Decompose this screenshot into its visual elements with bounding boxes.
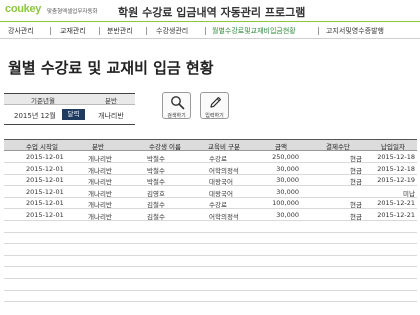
table-cell: 개나리반 [88,166,112,175]
table-row[interactable] [4,280,417,291]
year-month-value[interactable]: 2015년 12월 [14,111,56,121]
table-cell: 개나리반 [88,213,112,221]
input-button[interactable]: 입력하기 [200,92,229,119]
menu-separator [146,27,147,35]
table-cell: 개나리반 [88,155,112,163]
table-row[interactable] [4,256,417,268]
brand-tagline: 맞춤형엑셀업무자동화 [47,9,98,15]
table-row[interactable]: 2015-12-01 개나리반 박철수 수강료 250,000 현금 2015-12-18 [4,152,417,163]
table-cell: 2015-12-01 [26,211,64,219]
table-cell: 2015-12-19 [377,176,415,185]
filter-bottom-border [4,124,135,125]
table-cell: 대왕국어 [209,178,233,187]
col-header-paid-date: 납입일자 [381,143,405,151]
table-cell: 어학의정석 [209,213,239,221]
col-header-payment-method: 결제수단 [326,143,350,151]
col-header-student: 수강생 이름 [149,143,181,151]
table-row[interactable]: 2015-12-01 개나리반 박철수 어학의정석 30,000 현금 2015-12-18 [4,164,417,175]
search-button[interactable]: 검색하기 [162,92,191,119]
col-header-fee-type: 교육비 구분 [208,143,240,151]
table-row[interactable]: 2015-12-01 개나리반 김철수 수강료 100,000 현금 2015-12-21 [4,198,417,210]
menu-item-monthly-payments[interactable]: 월별수강료및교재비입금현황 [212,26,296,36]
search-button-label: 검색하기 [167,113,186,119]
class-select[interactable]: 개나리반 [98,111,124,121]
table-cell: 30,000 [276,211,299,219]
table-cell: 2015-12-01 [26,187,64,196]
col-header-start-date: 수업 시작일 [26,143,58,151]
table-header: 수업 시작일 분반 수강생 이름 교육비 구분 금액 결제수단 납입일자 [4,139,417,151]
pencil-icon [210,97,221,108]
table-cell: 현금 [350,178,362,187]
main-menu: 강사관리 교재관리 분반관리 수강생관리 월별수강료및교재비입금현황 고지서및영… [0,23,420,39]
menu-separator [50,27,51,35]
menu-item-invoices-receipts[interactable]: 고지서및영수증발행 [326,26,384,36]
table-cell: 현금 [350,166,362,175]
menu-item-textbooks[interactable]: 교재관리 [60,26,86,36]
menu-separator [318,27,319,35]
table-cell: 김철수 [147,201,165,210]
col-header-class: 분반 [92,143,104,151]
table-cell: 어학의정석 [209,166,239,175]
filter-header: 기준년월 분반 [4,93,135,105]
table-row[interactable] [4,291,417,303]
page-title: 월별 수강료 및 교재비 입금 현황 [8,59,214,77]
table-cell: 개나리반 [88,189,112,198]
table-cell: 수강료 [209,201,227,210]
table-cell: 2015-12-21 [377,199,415,208]
menu-item-classes[interactable]: 분반관리 [107,26,133,36]
table-cell: 현금 [350,213,362,221]
table-cell: 2015-12-01 [26,153,64,161]
table-cell: 개나리반 [88,201,112,210]
table-cell: 250,000 [272,153,299,161]
menu-separator [205,27,206,35]
table-row[interactable]: 2015-12-01 개나리반 김영호 대왕국어 30,000 미납 [4,187,417,198]
table-cell: 박철수 [147,166,165,175]
table-cell: 2015-12-21 [377,211,415,219]
table-cell: 2015-12-18 [377,153,415,161]
brand-logo: coukey [5,3,42,15]
table-cell: 100,000 [272,199,299,208]
app-title: 학원 수강료 입금내역 자동관리 프로그램 [118,6,306,19]
table-cell: 박철수 [147,178,165,187]
table-cell: 2015-12-01 [26,199,64,208]
table-cell: 현금 [350,155,362,163]
table-row[interactable] [4,245,417,256]
filter-panel: 기준년월 분반 2015년 12월 개나리반 달력 [4,93,135,125]
menu-item-instructors[interactable]: 강사관리 [8,26,34,36]
table-cell: 개나리반 [88,178,112,187]
table-cell: 대왕국어 [209,189,233,198]
table-cell: 현금 [350,201,362,210]
table-row[interactable] [4,222,417,233]
table-cell: 미납 [403,189,415,198]
title-divider [0,21,420,22]
title-bar: coukey 맞춤형엑셀업무자동화 학원 수강료 입금내역 자동관리 프로그램 [0,0,420,22]
table-cell: 김영호 [147,189,165,198]
calendar-button[interactable]: 달력 [62,109,85,120]
table-cell: 2015-12-01 [26,164,64,173]
table-cell: 수강료 [209,155,227,163]
table-row[interactable]: 2015-12-01 개나리반 김철수 어학의정석 30,000 현금 2015-12-21 [4,210,417,221]
table-cell: 2015-12-01 [26,176,64,185]
table-cell: 2015-12-18 [377,164,415,173]
table-cell: 박철수 [147,155,165,163]
table-row[interactable] [4,233,417,245]
filter-header-class: 분반 [105,97,117,105]
table-cell: 30,000 [276,176,299,185]
table-cell: 김철수 [147,213,165,221]
table-row[interactable]: 2015-12-01 개나리반 박철수 대왕국어 30,000 현금 2015-12-19 [4,175,417,187]
input-button-label: 입력하기 [205,113,224,119]
col-header-amount: 금액 [275,143,287,151]
magnifier-icon [171,96,185,110]
menu-separator [99,27,100,35]
table-row[interactable] [4,268,417,279]
table-cell: 30,000 [276,187,299,196]
filter-header-month: 기준년월 [31,97,55,105]
menu-item-students[interactable]: 수강생관리 [156,26,188,36]
table-cell: 30,000 [276,164,299,173]
